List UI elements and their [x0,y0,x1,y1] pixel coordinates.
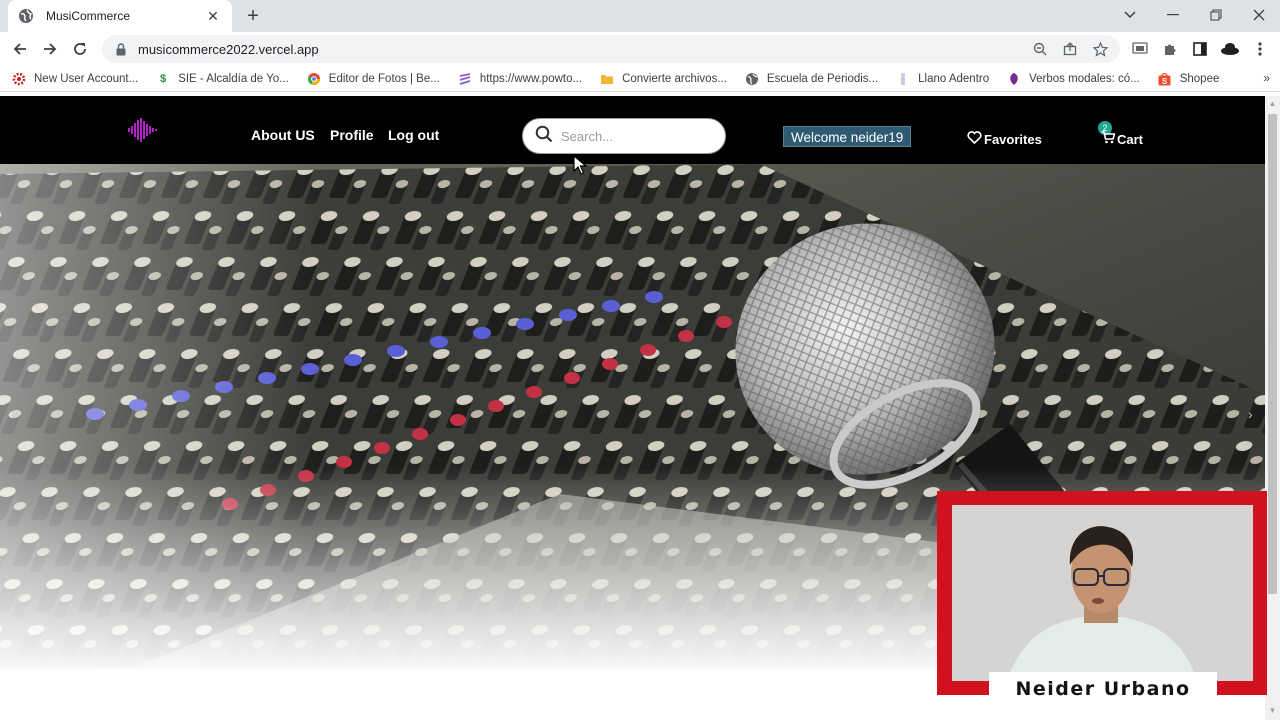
browser-tab[interactable]: MusiCommerce ✕ [8,0,232,32]
close-window-icon[interactable] [1244,4,1274,26]
bookmark-label: Verbos modales: có... [1029,72,1140,85]
bookmark-item[interactable]: Editor de Fotos | Be... [307,72,440,86]
bookmark-star-icon[interactable] [1090,39,1110,59]
cart-link[interactable]: Cart [1101,131,1143,147]
menu-kebab-icon[interactable] [1250,39,1270,59]
minimize-icon[interactable] [1158,4,1188,26]
reload-icon[interactable] [68,37,92,61]
zoom-icon[interactable] [1030,39,1050,59]
bookmark-item[interactable]: New User Account... [12,72,138,86]
url-text[interactable]: musicommerce2022.vercel.app [138,42,1030,57]
bookmark-label: New User Account... [34,72,139,85]
site-navbar: About US Profile Log out Welcome neider1… [0,96,1265,164]
site-logo-soundwave-icon[interactable] [126,116,160,144]
tab-search-icon[interactable] [1115,4,1145,26]
bookmark-label: Editor de Fotos | Be... [328,72,440,85]
scroll-thumb[interactable] [1268,114,1277,594]
nav-link-about-us[interactable]: About US [251,127,315,143]
close-tab-icon[interactable]: ✕ [204,8,222,25]
new-tab-button[interactable]: + [242,5,264,27]
bookmarks-overflow-icon[interactable]: » [1263,71,1270,85]
page-scrollbar[interactable]: ▲ ▼ [1265,96,1280,720]
bookmark-item[interactable]: S Shopee [1158,72,1220,86]
powtoon-icon [458,72,472,86]
heart-icon [967,131,982,147]
welcome-badge: Welcome neider19 [783,126,912,147]
favorites-link[interactable]: Favorites [967,131,1042,147]
forward-arrow-icon[interactable] [38,37,62,61]
carousel-prev-icon[interactable]: ‹ [8,406,13,422]
bookmark-label: Escuela de Periodis... [766,72,879,85]
scroll-up-icon[interactable]: ▲ [1268,99,1277,109]
lock-icon[interactable] [114,42,128,56]
bookmark-item[interactable]: https://www.powto... [458,72,582,86]
nav-link-log-out[interactable]: Log out [388,127,439,143]
bookmark-item[interactable]: $ SIE - Alcaldía de Yo... [156,72,289,86]
bookmark-item[interactable]: Escuela de Periodis... [745,72,878,86]
extensions-puzzle-icon[interactable] [1160,39,1180,59]
purple-icon [1007,72,1021,86]
folder-icon [600,72,614,86]
nav-link-profile[interactable]: Profile [330,127,374,143]
search-box[interactable] [522,118,726,154]
globe-icon [18,8,34,24]
mouse-cursor-icon [573,154,588,175]
back-arrow-icon[interactable] [8,37,32,61]
favorites-label: Favorites [984,131,1042,147]
bookmark-label: SIE - Alcaldía de Yo... [178,72,289,85]
share-icon[interactable] [1060,39,1080,59]
side-panel-icon[interactable] [1190,39,1210,59]
profile-avatar-icon[interactable] [1220,39,1240,59]
search-input[interactable] [561,128,711,144]
tab-strip: MusiCommerce ✕ + [0,0,1280,32]
bookmark-label: Convierte archivos... [622,72,727,85]
restore-icon[interactable] [1201,4,1231,26]
carousel-next-icon[interactable]: › [1248,406,1253,422]
bookmark-label: Shopee [1179,72,1220,85]
globe-icon [745,72,759,86]
tab-title: MusiCommerce [46,9,131,23]
bookmark-label: https://www.powto... [479,72,583,85]
dollar-icon: $ [160,72,167,85]
bookmark-item[interactable]: Llano Adentro [896,72,989,86]
cart-label: Cart [1117,131,1144,147]
bookmarks-bar: New User Account... $ SIE - Alcaldía de … [0,66,1280,92]
search-icon[interactable] [535,125,553,148]
webcam-video [952,505,1253,681]
bookmark-label: Llano Adentro [918,72,990,85]
gear-red-icon [12,72,26,86]
presenter-image [952,505,1253,681]
figure-icon [896,72,910,86]
presenter-name-label: Neider Urbano [989,672,1217,706]
cart-icon [1101,131,1116,147]
scroll-down-icon[interactable]: ▼ [1268,706,1277,716]
svg-text:S: S [1162,77,1168,86]
address-bar[interactable]: musicommerce2022.vercel.app [102,35,1120,63]
bookmark-item[interactable]: Convierte archivos... [600,72,727,86]
chrome-icon [307,72,321,86]
browser-toolbar: musicommerce2022.vercel.app [0,32,1280,66]
bookmark-item[interactable]: Verbos modales: có... [1007,72,1140,86]
shopee-icon: S [1158,72,1172,86]
cast-icon[interactable] [1130,39,1150,59]
